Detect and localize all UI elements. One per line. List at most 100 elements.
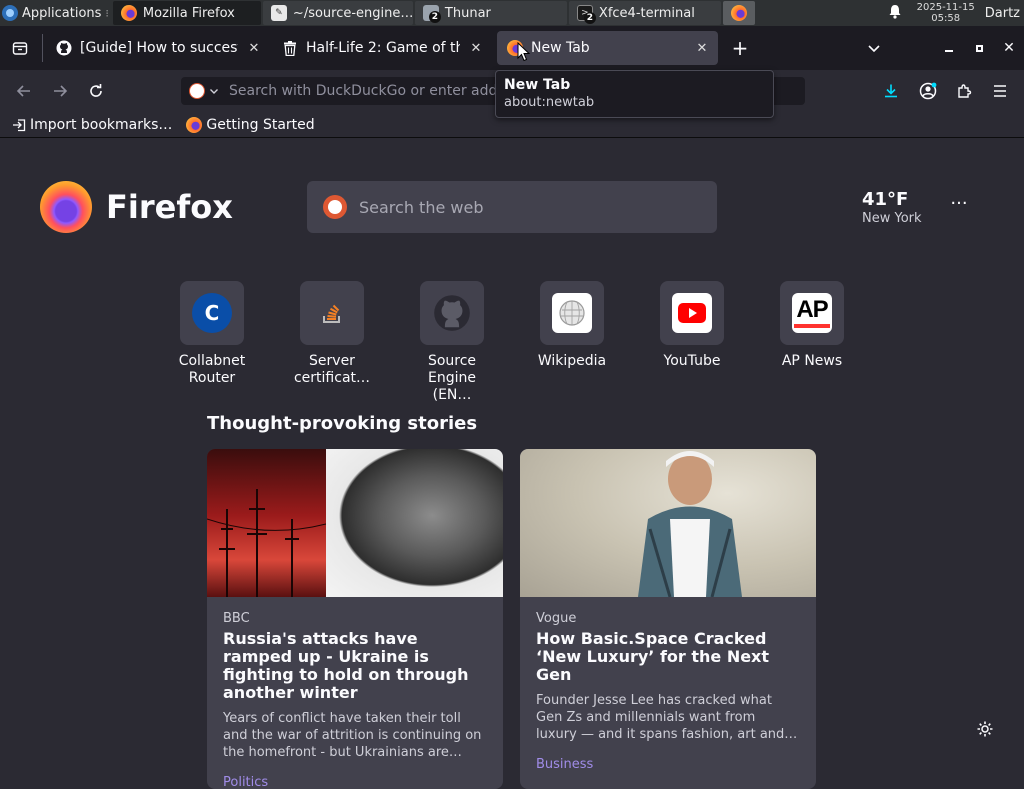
download-icon xyxy=(885,84,897,98)
stories-heading: Thought-provoking stories xyxy=(207,413,478,434)
close-window-button[interactable]: ✕ xyxy=(995,34,1023,62)
firefox-brand: Firefox xyxy=(40,181,233,233)
shortcut-source-engine[interactable]: Source Engine (EN… xyxy=(408,281,496,404)
taskbar-item-firefox-icon-only[interactable] xyxy=(722,1,755,25)
shortcut-server-certificate[interactable]: Server certificat… xyxy=(288,281,376,404)
tab-strip-divider xyxy=(42,34,43,62)
duckduckgo-icon xyxy=(189,83,205,99)
story-image xyxy=(207,449,503,597)
window-count-badge: 2 xyxy=(583,12,596,24)
taskbar-item-label: Mozilla Firefox xyxy=(142,5,235,21)
tab-tooltip: New Tab about:newtab xyxy=(495,70,774,118)
back-button[interactable] xyxy=(10,77,38,105)
duckduckgo-icon xyxy=(323,195,347,219)
bookmark-label: Getting Started xyxy=(206,116,315,133)
tab-close-icon[interactable]: ✕ xyxy=(468,41,484,56)
shortcut-label: Server certificat… xyxy=(293,353,371,386)
clock-date: 2025-11-15 xyxy=(916,2,975,13)
search-engine-button[interactable] xyxy=(181,77,225,105)
shortcut-youtube[interactable]: YouTube xyxy=(648,281,736,404)
weather-widget[interactable]: 41°F New York xyxy=(862,189,922,226)
tab-close-icon[interactable]: ✕ xyxy=(694,41,710,56)
reload-icon xyxy=(90,84,102,97)
bookmark-getting-started[interactable]: Getting Started xyxy=(186,116,315,133)
maximize-icon xyxy=(975,44,983,52)
chevron-down-icon xyxy=(210,89,218,94)
story-title: How Basic.Space Cracked ‘New Luxury’ for… xyxy=(536,629,770,684)
shortcut-label: YouTube xyxy=(663,353,721,369)
newtab-page: Firefox 41°F New York ··· C Collabnet Ro… xyxy=(0,139,1024,789)
hamburger-menu-icon xyxy=(994,85,1006,97)
story-image xyxy=(520,449,816,597)
account-button[interactable] xyxy=(914,77,942,105)
weather-city: New York xyxy=(862,211,922,226)
firefox-logo-icon xyxy=(40,181,92,233)
list-all-tabs-button[interactable] xyxy=(860,34,888,62)
mouse-cursor-icon xyxy=(517,42,531,62)
story-source: BBC xyxy=(223,611,250,626)
taskbar-item-text-editor[interactable]: ✎ ~/source-engine… xyxy=(262,1,413,25)
user-name[interactable]: Dartz xyxy=(985,6,1020,21)
minimize-window-button[interactable] xyxy=(935,34,963,62)
applications-menu[interactable]: Applications ⁝ xyxy=(0,0,113,26)
brand-name: Firefox xyxy=(106,188,233,226)
tab-title: Half-Life 2: Game of the Y xyxy=(306,40,460,56)
ap-news-icon: AP xyxy=(792,293,832,333)
forward-button[interactable] xyxy=(46,77,74,105)
firefox-view-icon xyxy=(12,42,28,55)
shortcut-collabnet-router[interactable]: C Collabnet Router xyxy=(168,281,256,404)
story-card-vogue[interactable]: Vogue How Basic.Space Cracked ‘New Luxur… xyxy=(520,449,816,789)
youtube-icon xyxy=(672,293,712,333)
story-excerpt: Founder Jesse Lee has cracked what Gen Z… xyxy=(536,693,798,742)
menu-separator-icon: ⁝ xyxy=(105,6,109,20)
stackoverflow-icon xyxy=(312,293,352,333)
story-card-bbc[interactable]: BBC Russia's attacks have ramped up - Uk… xyxy=(207,449,503,789)
taskbar-item-thunar[interactable]: 2 Thunar xyxy=(414,1,567,25)
newtab-search-input[interactable] xyxy=(359,197,689,217)
tab-guide[interactable]: [Guide] How to succesfully ✕ xyxy=(46,31,270,65)
firefox-view-button[interactable] xyxy=(6,34,34,62)
puzzle-icon xyxy=(958,84,972,98)
app-menu-button[interactable] xyxy=(986,77,1014,105)
wikipedia-icon xyxy=(552,293,592,333)
shortcut-wikipedia[interactable]: Wikipedia xyxy=(528,281,616,404)
downloads-button[interactable] xyxy=(877,77,905,105)
more-horizontal-icon: ··· xyxy=(950,193,968,214)
personalize-button[interactable] xyxy=(973,717,997,741)
story-category[interactable]: Business xyxy=(536,757,800,772)
account-icon xyxy=(919,82,937,100)
taskbar-item-label: ~/source-engine… xyxy=(292,5,413,21)
taskbar-item-firefox[interactable]: Mozilla Firefox xyxy=(112,1,261,25)
extensions-button[interactable] xyxy=(950,77,978,105)
arrow-left-icon xyxy=(16,85,30,97)
maximize-window-button[interactable] xyxy=(965,34,993,62)
plus-icon: + xyxy=(731,36,749,60)
tab-half-life[interactable]: Half-Life 2: Game of the Y ✕ xyxy=(272,31,492,65)
shortcut-tile xyxy=(300,281,364,345)
newtab-search-box xyxy=(307,181,717,233)
taskbar-item-terminal[interactable]: > 2 Xfce4-terminal xyxy=(568,1,721,25)
shortcut-label: Source Engine (EN… xyxy=(427,353,477,403)
tab-close-icon[interactable]: ✕ xyxy=(246,41,262,56)
firefox-icon xyxy=(730,5,747,21)
shortcut-ap-news[interactable]: AP AP News xyxy=(768,281,856,404)
folder-icon: 2 xyxy=(422,5,441,23)
new-tab-button[interactable]: + xyxy=(726,34,754,62)
bookmark-import[interactable]: Import bookmarks… xyxy=(12,117,172,133)
gear-icon xyxy=(977,721,993,737)
shortcut-label: Wikipedia xyxy=(537,353,607,369)
reload-button[interactable] xyxy=(82,77,110,105)
story-body: BBC Russia's attacks have ramped up - Uk… xyxy=(207,597,503,789)
shortcut-tile xyxy=(420,281,484,345)
top-sites: C Collabnet Router Server certificat… So… xyxy=(168,281,856,404)
story-category[interactable]: Politics xyxy=(223,775,487,789)
xfce-panel: Applications ⁝ Mozilla Firefox ✎ ~/sourc… xyxy=(0,0,1024,26)
import-icon xyxy=(13,118,26,131)
firefox-icon xyxy=(186,116,203,133)
notification-bell-icon[interactable] xyxy=(883,4,907,23)
taskbar-item-label: Xfce4-terminal xyxy=(598,5,695,21)
terminal-icon: > 2 xyxy=(576,5,596,24)
panel-clock[interactable]: 2025-11-15 05:58 xyxy=(917,2,975,24)
panel-tray: 2025-11-15 05:58 Dartz xyxy=(883,0,1024,26)
weather-more-options-button[interactable]: ··· xyxy=(946,195,972,217)
